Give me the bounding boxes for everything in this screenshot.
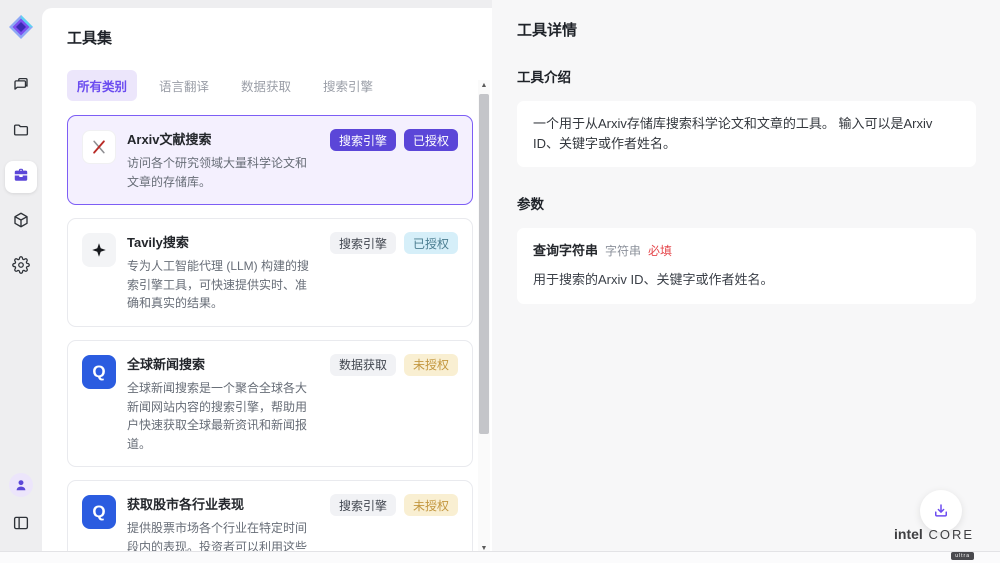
- tool-card[interactable]: Arxiv文献搜索 访问各个研究领域大量科学论文和文章的存储库。 搜索引擎 已授…: [67, 115, 473, 205]
- arxiv-logo-icon: [82, 130, 116, 164]
- tool-title: Arxiv文献搜索: [127, 129, 319, 148]
- tab-1[interactable]: 语言翻译: [149, 70, 219, 101]
- tool-badges: 搜索引擎 未授权: [330, 494, 458, 551]
- param-header: 查询字符串 字符串 必填: [533, 241, 960, 261]
- param-type: 字符串: [605, 242, 641, 261]
- tool-title: 获取股市各行业表现: [127, 494, 319, 513]
- auth-status-badge: 未授权: [404, 494, 458, 516]
- tab-0[interactable]: 所有类别: [67, 70, 137, 101]
- intel-core-logo: intel CORE ultra: [894, 526, 974, 562]
- user-avatar[interactable]: [9, 473, 33, 497]
- sidebar-item-folder[interactable]: [5, 116, 37, 148]
- category-badge: 数据获取: [330, 354, 396, 376]
- sidebar-item-settings[interactable]: [5, 251, 37, 283]
- tool-badges: 搜索引擎 已授权: [330, 232, 458, 313]
- params-heading: 参数: [517, 193, 976, 213]
- sidebar-item-package[interactable]: [5, 206, 37, 238]
- sidebar-item-chat[interactable]: [5, 71, 37, 103]
- tab-3[interactable]: 搜索引擎: [313, 70, 383, 101]
- tool-description: 全球新闻搜索是一个聚合全球各大新闻网站内容的搜索引擎，帮助用户快速获取全球最新资…: [127, 379, 319, 453]
- sidebar-bottom: [5, 473, 37, 539]
- tool-badges: 搜索引擎 已授权: [330, 129, 458, 191]
- scrollbar-thumb[interactable]: [479, 94, 489, 434]
- tab-2[interactable]: 数据获取: [231, 70, 301, 101]
- tool-details-panel: 工具详情 工具介绍 一个用于从Arxiv存储库搜索科学论文和文章的工具。 输入可…: [492, 0, 1000, 551]
- ultra-badge: ultra: [951, 552, 974, 560]
- param-card: 查询字符串 字符串 必填 用于搜索的Arxiv ID、关键字或作者姓名。: [517, 228, 976, 303]
- intro-text: 一个用于从Arxiv存储库搜索科学论文和文章的工具。 输入可以是Arxiv ID…: [533, 116, 932, 151]
- package-icon: [12, 211, 30, 234]
- intro-card: 一个用于从Arxiv存储库搜索科学论文和文章的工具。 输入可以是Arxiv ID…: [517, 101, 976, 167]
- intel-brand-text: intel: [894, 526, 923, 542]
- chat-icon: [12, 76, 30, 99]
- auth-status-badge: 已授权: [404, 129, 458, 151]
- category-badge: 搜索引擎: [330, 232, 396, 254]
- panel-collapse-icon[interactable]: [5, 507, 37, 539]
- tool-title: Tavily搜索: [127, 232, 319, 251]
- param-required-badge: 必填: [648, 242, 672, 261]
- category-tabs: 所有类别语言翻译数据获取搜索引擎: [67, 70, 492, 101]
- auth-status-badge: 未授权: [404, 354, 458, 376]
- juhe-q-logo-icon: Q: [82, 355, 116, 389]
- category-badge: 搜索引擎: [330, 129, 396, 151]
- tavily-logo-icon: [82, 233, 116, 267]
- param-description: 用于搜索的Arxiv ID、关键字或作者姓名。: [533, 270, 960, 290]
- app-logo-icon: [7, 13, 35, 41]
- tool-description: 访问各个研究领域大量科学论文和文章的存储库。: [127, 154, 319, 191]
- folder-icon: [12, 121, 30, 144]
- tool-collection-panel: 工具集 所有类别语言翻译数据获取搜索引擎 Arxiv文献搜索 访问各个研究领域大…: [42, 8, 492, 551]
- settings-icon: [12, 256, 30, 279]
- tool-description: 专为人工智能代理 (LLM) 构建的搜索引擎工具，可快速提供实时、准确和真实的结…: [127, 257, 319, 313]
- tool-list: Arxiv文献搜索 访问各个研究领域大量科学论文和文章的存储库。 搜索引擎 已授…: [67, 115, 473, 551]
- scroll-down-arrow[interactable]: ▼: [478, 543, 490, 551]
- scroll-up-arrow[interactable]: ▲: [478, 80, 490, 92]
- tool-description: 提供股票市场各个行业在特定时间段内的表现。投资者可以利用这些信息来识别表现优于或…: [127, 519, 319, 551]
- scrollbar[interactable]: ▲ ▼: [478, 80, 490, 551]
- core-product-text: CORE: [923, 527, 974, 542]
- auth-status-badge: 已授权: [404, 232, 458, 254]
- tool-title: 全球新闻搜索: [127, 354, 319, 373]
- tool-badges: 数据获取 未授权: [330, 354, 458, 453]
- tool-card[interactable]: Tavily搜索 专为人工智能代理 (LLM) 构建的搜索引擎工具，可快速提供实…: [67, 218, 473, 327]
- page-title: 工具集: [67, 27, 492, 48]
- juhe-q-logo-icon: Q: [82, 495, 116, 529]
- app-window: 工具集 所有类别语言翻译数据获取搜索引擎 Arxiv文献搜索 访问各个研究领域大…: [0, 0, 1000, 563]
- tool-card[interactable]: Q 全球新闻搜索 全球新闻搜索是一个聚合全球各大新闻网站内容的搜索引擎，帮助用户…: [67, 340, 473, 467]
- toolbox-icon: [12, 166, 30, 189]
- param-name: 查询字符串: [533, 241, 598, 261]
- details-title: 工具详情: [517, 19, 976, 40]
- sidebar: [0, 0, 42, 551]
- intro-heading: 工具介绍: [517, 66, 976, 86]
- window-bottom-strip: [0, 551, 1000, 563]
- sidebar-nav: [5, 71, 37, 283]
- tool-card[interactable]: Q 获取股市各行业表现 提供股票市场各个行业在特定时间段内的表现。投资者可以利用…: [67, 480, 473, 551]
- download-icon: [932, 502, 950, 520]
- category-badge: 搜索引擎: [330, 494, 396, 516]
- sidebar-item-toolbox[interactable]: [5, 161, 37, 193]
